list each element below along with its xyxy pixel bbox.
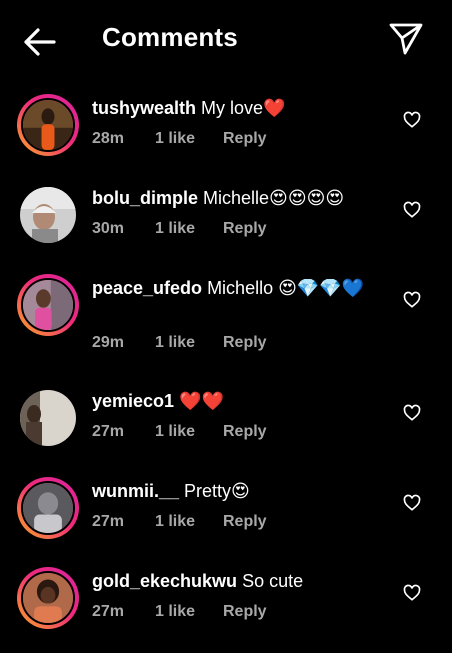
comment-time: 30m	[92, 220, 125, 237]
comment-text: ❤️❤️	[179, 391, 224, 411]
reply-button[interactable]: Reply	[223, 603, 267, 621]
comment-text: So cute	[242, 571, 304, 591]
comment-row: tushywealth My love❤️ 28m 1 like Reply	[0, 90, 452, 180]
comment-text: Michello 😍💎💎💙	[207, 278, 365, 298]
paper-plane-icon[interactable]	[388, 20, 424, 56]
reply-button[interactable]: Reply	[223, 220, 267, 238]
comment-time: 29m	[92, 334, 125, 351]
comment-likes[interactable]: 1 like	[155, 603, 195, 621]
comment-row: yemieco1 ❤️❤️ 27m 1 like Reply	[0, 383, 452, 473]
comment-likes[interactable]: 1 like	[155, 334, 195, 352]
reply-button[interactable]: Reply	[223, 423, 267, 441]
arrow-left-icon[interactable]	[22, 24, 58, 60]
reply-button[interactable]: Reply	[223, 513, 267, 531]
comment-row: peace_ufedo Michello 😍💎💎💙 29m 1 like Rep…	[0, 270, 452, 360]
comment-text: My love❤️	[201, 98, 286, 118]
heart-icon[interactable]	[402, 403, 422, 423]
avatar[interactable]	[17, 94, 79, 156]
header-bar: Comments	[0, 0, 452, 80]
heart-icon[interactable]	[402, 290, 422, 310]
comment-username[interactable]: gold_ekechukwu	[92, 571, 237, 591]
reply-button[interactable]: Reply	[223, 130, 267, 148]
comment-text: Pretty😍	[184, 481, 250, 501]
comment-row: wunmii.__ Pretty😍 27m 1 like Reply	[0, 473, 452, 563]
comment-username[interactable]: wunmii.__	[92, 481, 179, 501]
comment-time: 27m	[92, 603, 125, 620]
comment-username[interactable]: yemieco1	[92, 391, 174, 411]
comment-likes[interactable]: 1 like	[155, 130, 195, 148]
comment-username[interactable]: peace_ufedo	[92, 278, 202, 298]
avatar[interactable]	[17, 477, 79, 539]
avatar[interactable]	[17, 274, 79, 336]
avatar[interactable]	[17, 184, 79, 246]
page-title: Comments	[102, 22, 238, 52]
comment-username[interactable]: tushywealth	[92, 98, 196, 118]
reply-button[interactable]: Reply	[223, 334, 267, 352]
avatar[interactable]	[17, 567, 79, 629]
heart-icon[interactable]	[402, 110, 422, 130]
comment-likes[interactable]: 1 like	[155, 513, 195, 531]
comment-text: Michelle😍😍😍😍	[203, 188, 345, 208]
heart-icon[interactable]	[402, 583, 422, 603]
comment-time: 28m	[92, 130, 125, 147]
comment-likes[interactable]: 1 like	[155, 423, 195, 441]
comment-row: gold_ekechukwu So cute 27m 1 like Reply	[0, 563, 452, 653]
comment-likes[interactable]: 1 like	[155, 220, 195, 238]
heart-icon[interactable]	[402, 200, 422, 220]
comment-time: 27m	[92, 423, 125, 440]
comment-time: 27m	[92, 513, 125, 530]
comment-row: bolu_dimple Michelle😍😍😍😍 30m 1 like Repl…	[0, 180, 452, 270]
avatar[interactable]	[17, 387, 79, 449]
heart-icon[interactable]	[402, 493, 422, 513]
comment-username[interactable]: bolu_dimple	[92, 188, 198, 208]
